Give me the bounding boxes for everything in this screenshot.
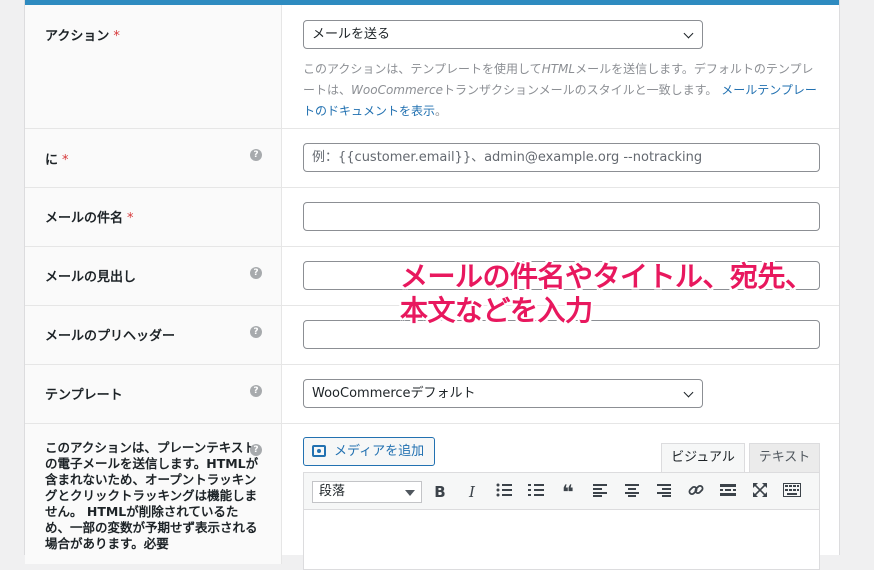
bullet-list-icon[interactable] — [494, 482, 514, 502]
media-icon — [312, 445, 326, 457]
subject-input[interactable] — [303, 202, 820, 231]
tab-visual[interactable]: ビジュアル — [661, 443, 745, 473]
label-cell: テンプレート ? — [25, 365, 282, 423]
read-more-icon[interactable] — [718, 482, 738, 502]
to-input[interactable]: 例：{{customer.email}}、admin@example.org -… — [303, 143, 820, 172]
align-left-icon[interactable] — [590, 482, 610, 502]
format-select[interactable]: 段落 — [312, 481, 422, 503]
help-icon[interactable]: ? — [250, 267, 262, 279]
label-cell: アクション * — [25, 5, 282, 128]
heading-label: メールの見出し — [45, 270, 137, 285]
action-label-text: アクション — [45, 29, 110, 44]
action-label: アクション * — [45, 25, 120, 44]
row-subject: メールの件名 * — [25, 188, 839, 247]
format-select-value: 段落 — [319, 484, 346, 499]
label-cell: に * ? — [25, 129, 282, 187]
italic-icon[interactable]: I — [462, 482, 482, 502]
link-icon[interactable] — [686, 482, 706, 502]
editor-toolbar: 段落 B I ❝ — [303, 472, 820, 510]
row-template: テンプレート ? WooCommerceデフォルト — [25, 365, 839, 424]
annotation-line-1: メールの件名やタイトル、宛先、 — [400, 260, 813, 293]
add-media-label: メディアを追加 — [334, 444, 425, 459]
action-select-value: メールを送る — [312, 27, 391, 42]
align-center-icon[interactable] — [622, 482, 642, 502]
annotation-callout: メールの件名やタイトル、宛先、 本文などを入力 — [400, 260, 813, 328]
bold-icon[interactable]: B — [430, 482, 450, 502]
chevron-down-icon — [683, 28, 694, 39]
blockquote-icon[interactable]: ❝ — [558, 482, 578, 502]
label-cell: メールの見出し ? — [25, 247, 282, 305]
help-icon[interactable]: ? — [250, 149, 262, 161]
help-icon[interactable]: ? — [250, 385, 262, 397]
action-description: このアクションは、テンプレートを使用してHTMLメールを送信します。デフォルトの… — [303, 62, 817, 118]
align-right-icon[interactable] — [654, 482, 674, 502]
help-icon[interactable]: ? — [250, 444, 262, 456]
tab-text[interactable]: テキスト — [749, 443, 820, 473]
label-cell: メールの件名 * — [25, 188, 282, 246]
required-mark: * — [62, 153, 69, 168]
fullscreen-icon[interactable] — [750, 482, 770, 502]
row-to: に * ? 例：{{customer.email}}、admin@example.… — [25, 129, 839, 188]
subject-label: メールの件名 * — [45, 211, 134, 226]
help-icon[interactable]: ? — [250, 326, 262, 338]
label-cell: メールのプリヘッダー ? — [25, 306, 282, 364]
numbered-list-icon[interactable] — [526, 482, 546, 502]
template-label: テンプレート — [45, 388, 123, 403]
row-action: アクション * メールを送る このアクションは、テンプレートを使用してHTMLメー… — [25, 5, 839, 129]
required-mark: * — [113, 29, 120, 44]
annotation-line-2: 本文などを入力 — [400, 294, 593, 327]
add-media-button[interactable]: メディアを追加 — [303, 437, 435, 466]
preheader-label: メールのプリヘッダー — [45, 329, 176, 344]
required-mark: * — [127, 211, 134, 226]
template-select-value: WooCommerceデフォルト — [312, 386, 476, 401]
content-editor[interactable] — [303, 510, 820, 570]
action-select[interactable]: メールを送る — [303, 20, 703, 49]
row-content: このアクションは、プレーンテキストの電子メールを送信します。HTMLが含まれない… — [25, 424, 839, 570]
template-select[interactable]: WooCommerceデフォルト — [303, 379, 703, 408]
content-description: このアクションは、プレーンテキストの電子メールを送信します。HTMLが含まれない… — [45, 440, 259, 551]
chevron-down-icon — [683, 387, 694, 398]
toolbar-toggle-icon[interactable] — [782, 482, 802, 502]
label-cell: このアクションは、プレーンテキストの電子メールを送信します。HTMLが含まれない… — [25, 424, 282, 564]
to-label: に * — [45, 153, 69, 168]
caret-down-icon — [405, 490, 415, 496]
